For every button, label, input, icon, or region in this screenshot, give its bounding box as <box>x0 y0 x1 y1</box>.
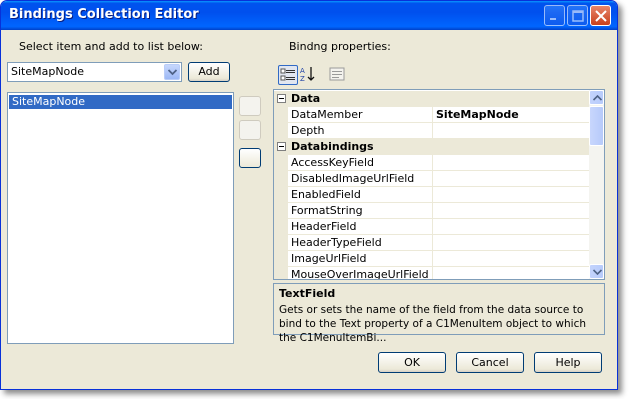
property-row-headerfield[interactable]: HeaderField <box>274 219 590 235</box>
remove-button[interactable] <box>239 148 261 168</box>
categorized-button[interactable] <box>278 65 298 85</box>
scroll-down-icon <box>593 269 602 275</box>
scroll-down-button[interactable] <box>589 264 604 279</box>
row-gutter <box>274 155 288 171</box>
category-label: Data <box>291 92 321 105</box>
combo-dropdown-button[interactable] <box>164 64 180 80</box>
row-gutter <box>274 107 288 123</box>
row-gutter <box>274 267 288 279</box>
help-button[interactable]: Help <box>534 352 602 373</box>
binding-properties-label: Bindng properties: <box>289 40 391 53</box>
property-grid-toolbar: A Z <box>275 64 355 86</box>
property-value[interactable] <box>434 155 590 171</box>
property-name: MouseOverImageUrlField <box>289 267 433 279</box>
property-value[interactable]: SiteMapNode <box>434 107 590 123</box>
property-row-formatstring[interactable]: FormatString <box>274 203 590 219</box>
collapse-icon[interactable] <box>277 142 286 151</box>
combo-value: SiteMapNode <box>11 65 85 78</box>
row-gutter <box>274 251 288 267</box>
add-button-label: Add <box>198 65 220 78</box>
bindings-list[interactable]: SiteMapNode <box>7 92 234 344</box>
property-value[interactable] <box>434 251 590 267</box>
alphabetical-button[interactable]: A Z <box>299 65 319 85</box>
row-gutter <box>274 123 288 139</box>
property-value[interactable] <box>434 123 590 139</box>
property-pages-button[interactable] <box>328 65 348 85</box>
category-databindings[interactable]: Databindings <box>274 139 590 155</box>
item-type-combobox[interactable]: SiteMapNode <box>7 62 182 82</box>
cancel-button[interactable]: Cancel <box>456 352 524 373</box>
property-value[interactable] <box>434 267 590 279</box>
svg-text:A: A <box>300 67 305 75</box>
property-row-imageurlfield[interactable]: ImageUrlField <box>274 251 590 267</box>
property-value[interactable] <box>434 235 590 251</box>
property-value[interactable] <box>434 219 590 235</box>
property-row-mouseoverimageurlfield[interactable]: MouseOverImageUrlField <box>274 267 590 279</box>
ok-button[interactable]: OK <box>378 352 446 373</box>
row-gutter <box>274 171 288 187</box>
maximize-icon <box>572 10 584 22</box>
property-value[interactable] <box>434 171 590 187</box>
svg-text:Z: Z <box>300 75 305 83</box>
maximize-button[interactable] <box>567 5 588 26</box>
property-name: Depth <box>289 123 433 139</box>
row-gutter <box>274 235 288 251</box>
alphabetical-icon: A Z <box>300 67 315 83</box>
dialog-window: Bindings Collection Editor Select item a… <box>0 0 618 390</box>
scroll-up-button[interactable] <box>589 90 604 105</box>
row-gutter <box>274 203 288 219</box>
row-gutter <box>274 187 288 203</box>
property-description-panel: TextField Gets or sets the name of the f… <box>273 283 605 344</box>
window-title: Bindings Collection Editor <box>9 7 199 22</box>
move-up-button[interactable] <box>239 96 261 116</box>
property-name: DisabledImageUrlField <box>289 171 433 187</box>
property-name: AccessKeyField <box>289 155 433 171</box>
scroll-thumb[interactable] <box>589 106 604 146</box>
close-button[interactable] <box>590 5 611 26</box>
description-title: TextField <box>279 287 336 300</box>
title-bar[interactable]: Bindings Collection Editor <box>1 1 617 30</box>
minimize-button[interactable] <box>544 5 565 26</box>
property-name: ImageUrlField <box>289 251 433 267</box>
property-row-disabledimageurlfield[interactable]: DisabledImageUrlField <box>274 171 590 187</box>
property-row-accesskeyfield[interactable]: AccessKeyField <box>274 155 590 171</box>
property-name: FormatString <box>289 203 433 219</box>
property-name: DataMember <box>289 107 433 123</box>
dropdown-arrow-icon <box>168 69 177 76</box>
property-grid-scrollbar[interactable] <box>589 90 604 279</box>
property-row-datamember[interactable]: DataMember SiteMapNode <box>274 107 590 123</box>
property-value[interactable] <box>434 187 590 203</box>
description-text: Gets or sets the name of the field from … <box>279 304 587 344</box>
property-grid[interactable]: Data DataMember SiteMapNode Depth Databi… <box>273 89 605 280</box>
property-name: HeaderField <box>289 219 433 235</box>
property-name: EnabledField <box>289 187 433 203</box>
help-button-label: Help <box>555 356 581 369</box>
add-button[interactable]: Add <box>188 62 230 82</box>
property-row-enabledfield[interactable]: EnabledField <box>274 187 590 203</box>
cancel-button-label: Cancel <box>471 356 509 369</box>
close-icon <box>595 10 607 22</box>
select-item-label: Select item and add to list below: <box>19 40 204 53</box>
minimize-icon <box>550 18 556 20</box>
move-down-button[interactable] <box>239 120 261 140</box>
categorized-icon <box>280 68 295 81</box>
list-item[interactable]: SiteMapNode <box>9 95 232 109</box>
category-label: Databindings <box>291 140 374 153</box>
row-gutter <box>274 219 288 235</box>
scroll-up-icon <box>593 95 602 101</box>
ok-button-label: OK <box>404 356 420 369</box>
category-data[interactable]: Data <box>274 91 590 107</box>
property-name: HeaderTypeField <box>289 235 433 251</box>
property-value[interactable] <box>434 203 590 219</box>
property-pages-icon <box>329 67 345 81</box>
collapse-icon[interactable] <box>277 94 286 103</box>
list-item-label: SiteMapNode <box>12 95 86 108</box>
property-row-depth[interactable]: Depth <box>274 123 590 139</box>
property-row-headertypefield[interactable]: HeaderTypeField <box>274 235 590 251</box>
